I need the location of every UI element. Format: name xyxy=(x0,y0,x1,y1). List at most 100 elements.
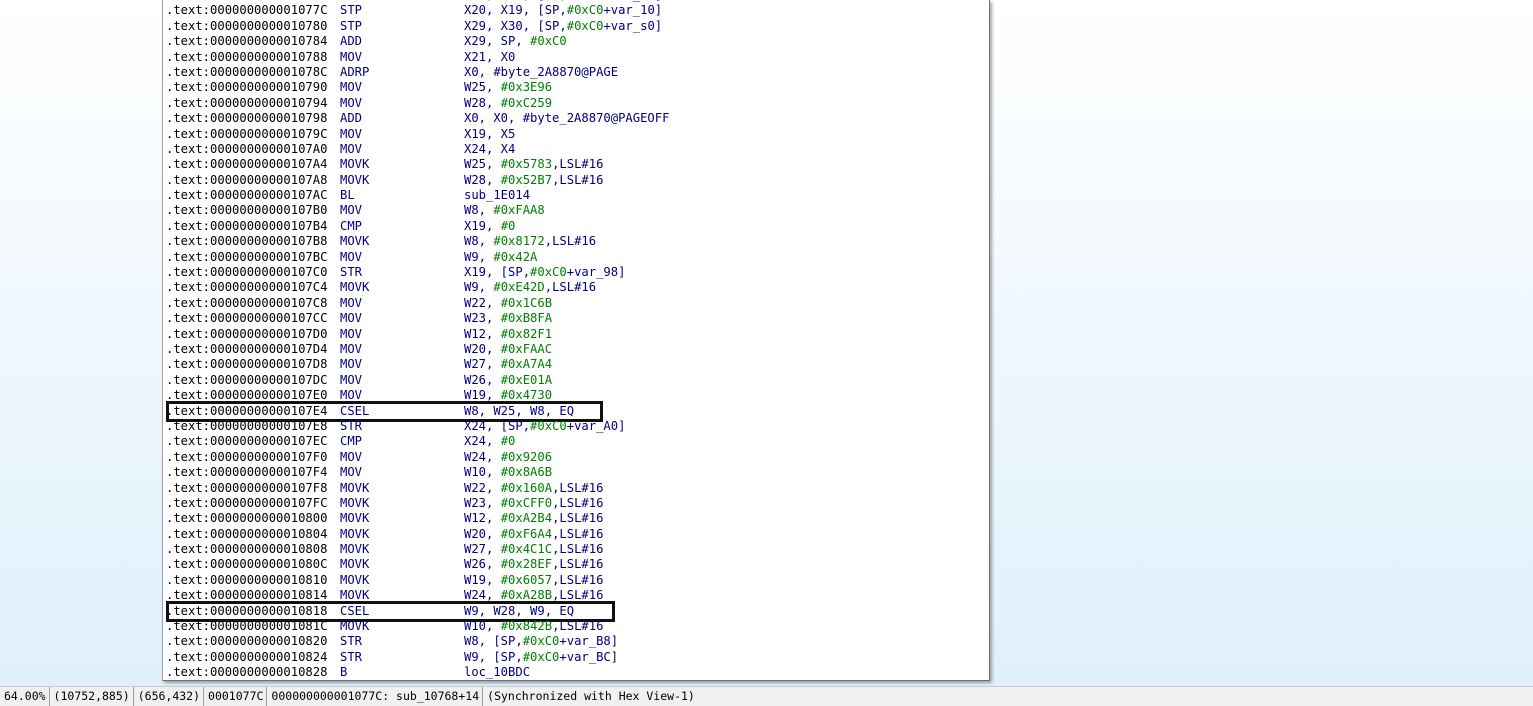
operands: W22, #0x1C6B xyxy=(464,295,553,310)
operands: W28, #0xC259 xyxy=(464,95,553,110)
mnemonic: CSEL xyxy=(340,403,370,418)
instruction-row[interactable]: .text:000000000001077C STP X20, X19, [SP,#… xyxy=(166,3,669,18)
status-cursor-coords: (656,432) xyxy=(134,687,205,706)
mnemonic: ADRP xyxy=(340,64,370,79)
instruction-row[interactable]: .text:0000000000010824 STR W9, [SP,#0xC0+v… xyxy=(166,650,669,665)
instruction-row[interactable]: .text:0000000000010810 MOVK W19, #0x6057,L… xyxy=(166,573,669,588)
operands: W19, #0x6057,LSL#16 xyxy=(464,572,604,587)
address-label: .text:00000000000107F8 xyxy=(166,480,328,495)
highlighted-instruction-row[interactable]: .text:0000000000010818 CSEL W9, W28, W9, E… xyxy=(166,600,669,622)
address-label: .text:00000000000107DC xyxy=(166,372,328,387)
instruction-row[interactable]: .text:00000000000107CC MOV W23, #0xB8FA xyxy=(166,311,669,326)
address-label: .text:000000000001079C xyxy=(166,126,328,141)
operands: X21, X0 xyxy=(464,49,516,64)
status-sync: (Synchronized with Hex View-1) xyxy=(487,689,695,703)
instruction-row[interactable]: .text:000000000001081C MOVK W10, #0x842B,L… xyxy=(166,619,669,634)
instruction-row[interactable]: .text:00000000000107EC CMP X24, #0 xyxy=(166,434,669,449)
mnemonic: MOV xyxy=(340,357,363,372)
mnemonic: ADD xyxy=(340,34,363,49)
address-label: .text:0000000000010794 xyxy=(166,95,328,110)
address-label: .text:00000000000107C4 xyxy=(166,280,328,295)
mnemonic: MOV xyxy=(340,295,363,310)
mnemonic: MOVK xyxy=(340,280,370,295)
instruction-row[interactable]: .text:00000000000107D8 MOV W27, #0xA7A4 xyxy=(166,357,669,372)
address-label: .text:0000000000010818 xyxy=(166,603,328,618)
address-label: .text:00000000000107D8 xyxy=(166,357,328,372)
instruction-row[interactable]: .text:0000000000010788 MOV X21, X0 xyxy=(166,50,669,65)
mnemonic: MOV xyxy=(340,95,363,110)
instruction-row[interactable]: .text:00000000000107B0 MOV W8, #0xFAA8 xyxy=(166,203,669,218)
instruction-row[interactable]: .text:0000000000010780 STP X29, X30, [SP,#… xyxy=(166,19,669,34)
instruction-row[interactable]: .text:000000000001080C MOVK W26, #0x28EF,L… xyxy=(166,557,669,572)
operands: W28, #0x52B7,LSL#16 xyxy=(464,172,604,187)
address-label: .text:00000000000107FC xyxy=(166,495,328,510)
instruction-row[interactable]: .text:00000000000107E0 MOV W19, #0x4730 xyxy=(166,388,669,403)
operands: X19, #0 xyxy=(464,218,516,233)
operands: W25, #0x5783,LSL#16 xyxy=(464,157,604,172)
operands: W27, #0x4C1C,LSL#16 xyxy=(464,542,604,557)
instruction-row[interactable]: .text:00000000000107C0 STR X19, [SP,#0xC0+… xyxy=(166,265,669,280)
address-label: .text:0000000000010784 xyxy=(166,34,328,49)
instruction-row[interactable]: .text:0000000000010820 STR W8, [SP,#0xC0+v… xyxy=(166,634,669,649)
instruction-row[interactable]: .text:00000000000107DC MOV W26, #0xE01A xyxy=(166,373,669,388)
address-label: .text:00000000000107D0 xyxy=(166,326,328,341)
operands: W8, #0xFAA8 xyxy=(464,203,545,218)
instruction-row[interactable]: .text:00000000000107AC BL sub_1E014 xyxy=(166,188,669,203)
operands: W9, W28, W9, EQ xyxy=(464,603,575,618)
operands: W9, #0xE42D,LSL#16 xyxy=(464,280,597,295)
mnemonic: MOVK xyxy=(340,480,370,495)
mnemonic: MOV xyxy=(340,341,363,356)
instruction-row[interactable]: .text:0000000000010808 MOVK W27, #0x4C1C,L… xyxy=(166,542,669,557)
address-label: .text:0000000000010810 xyxy=(166,572,328,587)
mnemonic: MOV xyxy=(340,465,363,480)
disassembly-view[interactable]: .text:0000000000010778STPX20, X19, [SP,#… xyxy=(162,0,990,681)
instruction-row[interactable]: .text:0000000000010804 MOVK W20, #0xF6A4,L… xyxy=(166,527,669,542)
instruction-row[interactable]: .text:0000000000010814 MOVK W24, #0xA28B,L… xyxy=(166,588,669,603)
address-label: .text:00000000000107B8 xyxy=(166,234,328,249)
mnemonic: MOVK xyxy=(340,557,370,572)
mnemonic: MOV xyxy=(340,203,363,218)
instruction-row[interactable]: .text:0000000000010790 MOV W25, #0x3E96 xyxy=(166,80,669,95)
operands: W10, #0x8A6B xyxy=(464,465,553,480)
instruction-row[interactable]: .text:00000000000107F8 MOVK W22, #0x160A,L… xyxy=(166,481,669,496)
instruction-row[interactable]: .text:00000000000107BC MOV W9, #0x42A xyxy=(166,250,669,265)
address-label: .text:00000000000107E4 xyxy=(166,403,328,418)
instruction-row[interactable]: .text:00000000000107FC MOVK W23, #0xCFF0,L… xyxy=(166,496,669,511)
mnemonic: STR xyxy=(340,265,363,280)
instruction-row[interactable]: .text:0000000000010794 MOV W28, #0xC259 xyxy=(166,96,669,111)
instruction-row[interactable]: .text:00000000000107E8 STR X24, [SP,#0xC0+… xyxy=(166,419,669,434)
address-label: .text:000000000001078C xyxy=(166,64,328,79)
instruction-row[interactable]: .text:000000000001079C MOV X19, X5 xyxy=(166,127,669,142)
instruction-row[interactable]: .text:00000000000107A4 MOVK W25, #0x5783,L… xyxy=(166,157,669,172)
instruction-row[interactable]: .text:00000000000107C4 MOVK W9, #0xE42D,LS… xyxy=(166,280,669,295)
instruction-row[interactable]: .text:000000000001078C ADRP X0, #byte_2A88… xyxy=(166,65,669,80)
instruction-row[interactable]: .text:00000000000107F4 MOV W10, #0x8A6B xyxy=(166,465,669,480)
instruction-row[interactable]: .text:00000000000107B4 CMP X19, #0 xyxy=(166,219,669,234)
address-label: .text:0000000000010824 xyxy=(166,649,328,664)
instruction-row[interactable]: .text:0000000000010800 MOVK W12, #0xA2B4,L… xyxy=(166,511,669,526)
instruction-row[interactable]: .text:00000000000107D4 MOV W20, #0xFAAC xyxy=(166,342,669,357)
instruction-row[interactable]: .text:00000000000107D0 MOV W12, #0x82F1 xyxy=(166,327,669,342)
highlighted-instruction-row[interactable]: .text:00000000000107E4 CSEL W8, W25, W8, E… xyxy=(166,400,669,422)
instruction-row[interactable]: .text:00000000000107F0 MOV W24, #0x9206 xyxy=(166,450,669,465)
instruction-row[interactable]: .text:00000000000107C8 MOV W22, #0x1C6B xyxy=(166,296,669,311)
operands: X24, [SP,#0xC0+var_A0] xyxy=(464,418,626,433)
operands: X20, X19, [SP,#0xC0+var_10] xyxy=(464,0,662,2)
instruction-row[interactable]: .text:0000000000010828 Bloc_10BDC xyxy=(166,665,669,680)
instruction-row[interactable]: .text:00000000000107A8 MOVK W28, #0x52B7,L… xyxy=(166,173,669,188)
operands: X24, #0 xyxy=(464,434,516,449)
instruction-row[interactable]: .text:00000000000107A0 MOV X24, X4 xyxy=(166,142,669,157)
address-label: .text:00000000000107F4 xyxy=(166,465,328,480)
instruction-row[interactable]: .text:00000000000107B8 MOVK W8, #0x8172,LS… xyxy=(166,234,669,249)
status-bar: 64.00% (10752,885) (656,432) 0001077C 00… xyxy=(0,686,1533,706)
mnemonic: MOV xyxy=(340,49,363,64)
operands: X19, X5 xyxy=(464,126,516,141)
address-label: .text:0000000000010800 xyxy=(166,511,328,526)
address-label: .text:00000000000107CC xyxy=(166,311,328,326)
operands: W8, W25, W8, EQ xyxy=(464,403,575,418)
status-zoom: 64.00% xyxy=(0,687,50,706)
instruction-row[interactable]: .text:0000000000010784 ADD X29, SP, #0xC0 xyxy=(166,34,669,49)
address-label: .text:00000000000107B4 xyxy=(166,218,328,233)
instruction-row[interactable]: .text:0000000000010798 ADD X0, X0, #byte_2… xyxy=(166,111,669,126)
mnemonic: MOV xyxy=(340,326,363,341)
